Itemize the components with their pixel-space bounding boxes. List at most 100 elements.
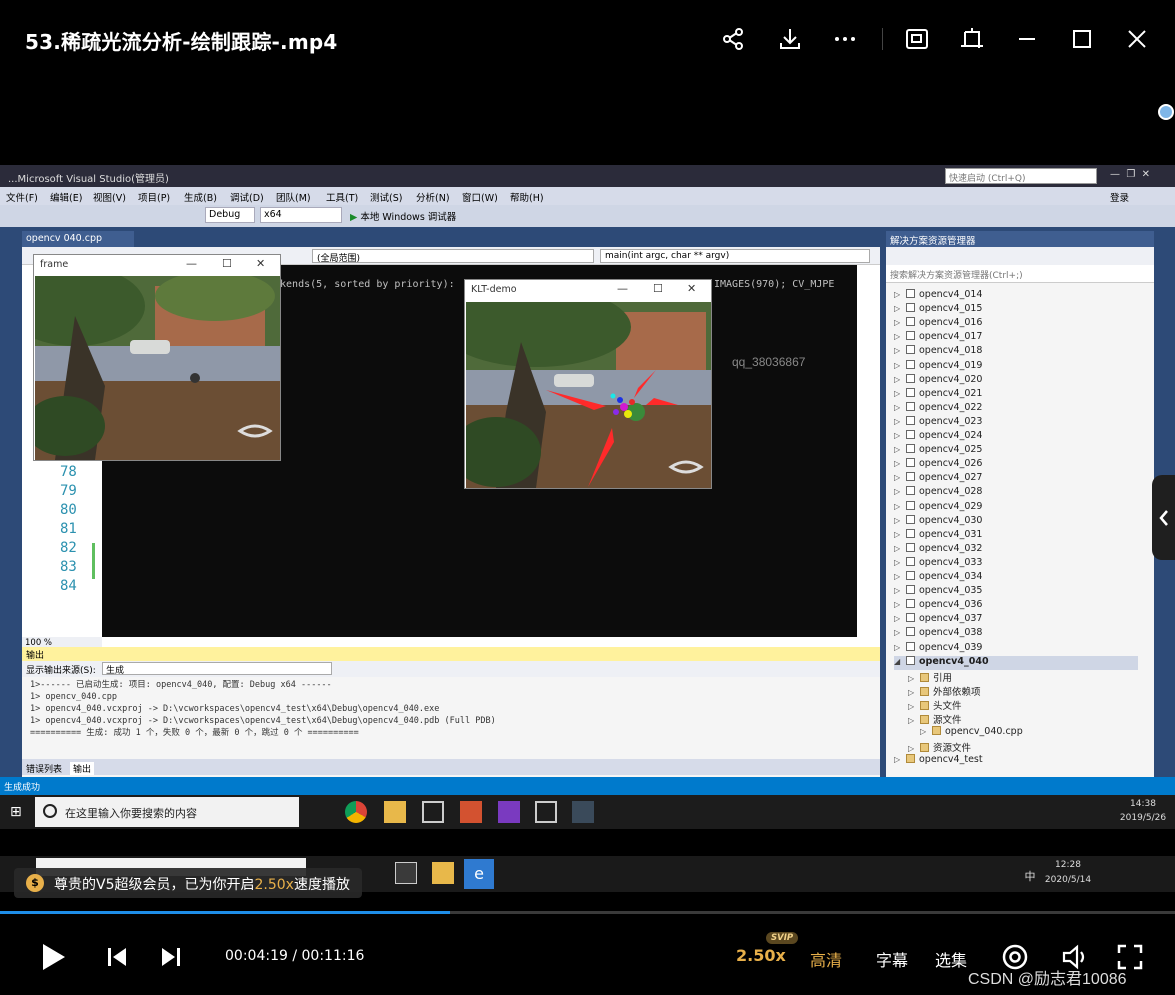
solution-project-item[interactable]: ▷ opencv4_017 xyxy=(894,331,982,345)
solution-project-item[interactable]: ▷ opencv4_024 xyxy=(894,430,982,444)
solution-project-item[interactable]: ▷ opencv4_039 xyxy=(894,641,983,656)
line-number: 80 xyxy=(60,502,77,518)
solution-child-item[interactable]: ▷ opencv4_test xyxy=(894,754,983,768)
download-button[interactable] xyxy=(773,22,807,56)
chevron-right-icon: ▷ xyxy=(894,445,901,455)
project-icon xyxy=(906,514,915,524)
solution-child-item[interactable]: ▷ 资源文件 xyxy=(908,740,971,754)
solution-project-item[interactable]: ▷ opencv4_038 xyxy=(894,627,982,641)
next-button[interactable] xyxy=(158,944,184,970)
frame-window-title: frame xyxy=(40,259,69,270)
solution-child-item[interactable]: ▷ 源文件 xyxy=(908,712,962,726)
vs-config-select: Debug xyxy=(205,207,255,223)
project-icon xyxy=(906,401,915,411)
output-tabs: 错误列表 输出 xyxy=(22,759,880,775)
chevron-right-icon: ▷ xyxy=(894,290,901,299)
solution-project-item[interactable]: ▷ opencv4_019 xyxy=(894,359,982,374)
vs-body: opencv 040.cpp (全局范围) main(int argc, cha… xyxy=(0,227,1175,777)
solution-project-item[interactable]: ▷ opencv4_035 xyxy=(894,585,982,599)
solution-project-item[interactable]: ▷ opencv4_031 xyxy=(894,528,982,543)
folder-icon xyxy=(906,754,915,764)
solution-child-item[interactable]: ▷ 引用 xyxy=(908,670,952,684)
line-number: 79 xyxy=(60,483,77,499)
solution-item-label: opencv4_036 xyxy=(919,599,983,611)
maximize-icon: ☐ xyxy=(222,257,232,270)
solution-project-item[interactable]: ▷ opencv4_027 xyxy=(894,472,982,486)
vs-menu-item: 生成(B) xyxy=(184,193,217,204)
solution-project-item[interactable]: ▷ opencv4_029 xyxy=(894,500,982,515)
project-icon xyxy=(906,542,915,552)
play-button[interactable] xyxy=(36,940,70,974)
progress-bar[interactable] xyxy=(0,911,1175,914)
solution-project-item[interactable]: ▷ opencv4_014 xyxy=(894,289,982,303)
line-number: 81 xyxy=(60,521,77,537)
solution-project-item[interactable]: ▷ opencv4_034 xyxy=(894,571,982,585)
chevron-right-icon: ▷ xyxy=(894,628,901,638)
solution-item-label: opencv4_040 xyxy=(919,655,989,667)
solution-project-item[interactable]: ▷ opencv4_018 xyxy=(894,345,982,359)
solution-project-item[interactable]: ▷ opencv4_030 xyxy=(894,514,982,529)
solution-project-item[interactable]: ▷ opencv4_023 xyxy=(894,415,982,430)
mini-player-button[interactable] xyxy=(900,22,934,56)
solution-project-item[interactable]: ▷ opencv4_022 xyxy=(894,401,982,416)
more-button[interactable] xyxy=(828,22,862,56)
output-line: 1>------ 已启动生成: 项目: opencv4_040, 配置: Deb… xyxy=(30,680,332,690)
side-panel-toggle[interactable] xyxy=(1152,475,1175,560)
solution-project-item[interactable]: ▷ opencv4_026 xyxy=(894,458,982,472)
solution-project-item[interactable]: ▷ opencv4_033 xyxy=(894,556,982,571)
console-text: IMAGES(970); CV_MJPE xyxy=(714,279,835,290)
frame-image xyxy=(35,276,280,460)
vs-menubar: 文件(F) 编辑(E) 视图(V) 项目(P) 生成(B) 调试(D) 团队(M… xyxy=(0,187,1175,205)
video-frame[interactable]: ...Microsoft Visual Studio(管理员) 快速启动 (Ct… xyxy=(0,165,1175,795)
solution-child-item[interactable]: ▷ opencv_040.cpp xyxy=(920,726,1023,740)
edge-icon: e xyxy=(464,859,494,889)
solution-project-item[interactable]: ▷ opencv4_037 xyxy=(894,613,982,627)
episodes-button[interactable]: 选集 xyxy=(935,947,967,971)
chevron-right-icon: ▷ xyxy=(908,716,915,725)
line-number: 83 xyxy=(60,559,77,575)
change-bar xyxy=(92,543,95,579)
chevron-right-icon: ▷ xyxy=(894,487,901,497)
maximize-button[interactable] xyxy=(1065,22,1099,56)
quality-button[interactable]: 高清 xyxy=(810,947,842,971)
project-icon xyxy=(906,585,915,595)
close-button[interactable] xyxy=(1120,22,1154,56)
store-icon xyxy=(395,862,417,884)
vs-menu-item: 文件(F) xyxy=(6,193,38,204)
solution-project-item[interactable]: ▷ opencv4_032 xyxy=(894,542,982,557)
minimize-button[interactable] xyxy=(1010,22,1044,56)
speed-button[interactable]: 2.50x xyxy=(736,946,786,965)
line-number: 82 xyxy=(60,540,77,556)
solution-project-item[interactable]: ◢ opencv4_040 xyxy=(894,655,1138,670)
download-icon xyxy=(780,29,800,49)
solution-item-label: opencv4_037 xyxy=(919,613,983,625)
vs-nav-scope: (全局范围) xyxy=(312,249,594,264)
chevron-right-icon: ▷ xyxy=(894,318,901,328)
windows-taskbar-2019: ⊞ 在这里输入你要搜索的内容 14:38 2019/5/26 xyxy=(0,795,1175,829)
maximize-icon: ☐ xyxy=(653,282,663,295)
subtitle-button[interactable]: 字幕 xyxy=(876,947,908,971)
player-titlebar: 53.稀疏光流分析-绘制跟踪-.mp4 xyxy=(0,0,1175,80)
solution-project-item[interactable]: ▷ opencv4_028 xyxy=(894,486,982,500)
project-icon xyxy=(906,387,915,397)
time-total: 00:11:16 xyxy=(301,948,365,964)
pin-button[interactable] xyxy=(955,22,989,56)
solution-project-item[interactable]: ▷ opencv4_020 xyxy=(894,373,982,388)
floating-orb-icon[interactable] xyxy=(1158,104,1174,120)
speed-toast: $ 尊贵的V5超级会员，已为你开启2.50x速度播放 xyxy=(14,868,362,898)
solution-item-label: opencv4_039 xyxy=(919,641,983,653)
solution-project-item[interactable]: ▷ opencv4_025 xyxy=(894,444,982,458)
solution-project-item[interactable]: ▷ opencv4_021 xyxy=(894,387,982,402)
solution-project-item[interactable]: ▷ opencv4_015 xyxy=(894,303,982,317)
solution-child-item[interactable]: ▷ 外部依赖项 xyxy=(908,684,981,698)
solution-child-item[interactable]: ▷ 头文件 xyxy=(908,698,962,712)
terminal-icon xyxy=(535,801,557,823)
previous-button[interactable] xyxy=(104,944,130,970)
line-number: 78 xyxy=(60,464,77,480)
chevron-left-icon xyxy=(1158,509,1168,526)
solution-project-item[interactable]: ▷ opencv4_036 xyxy=(894,599,982,613)
share-button[interactable] xyxy=(716,22,750,56)
solution-project-item[interactable]: ▷ opencv4_016 xyxy=(894,317,982,331)
chevron-right-icon: ▷ xyxy=(894,557,901,567)
chevron-right-icon: ▷ xyxy=(908,673,915,683)
